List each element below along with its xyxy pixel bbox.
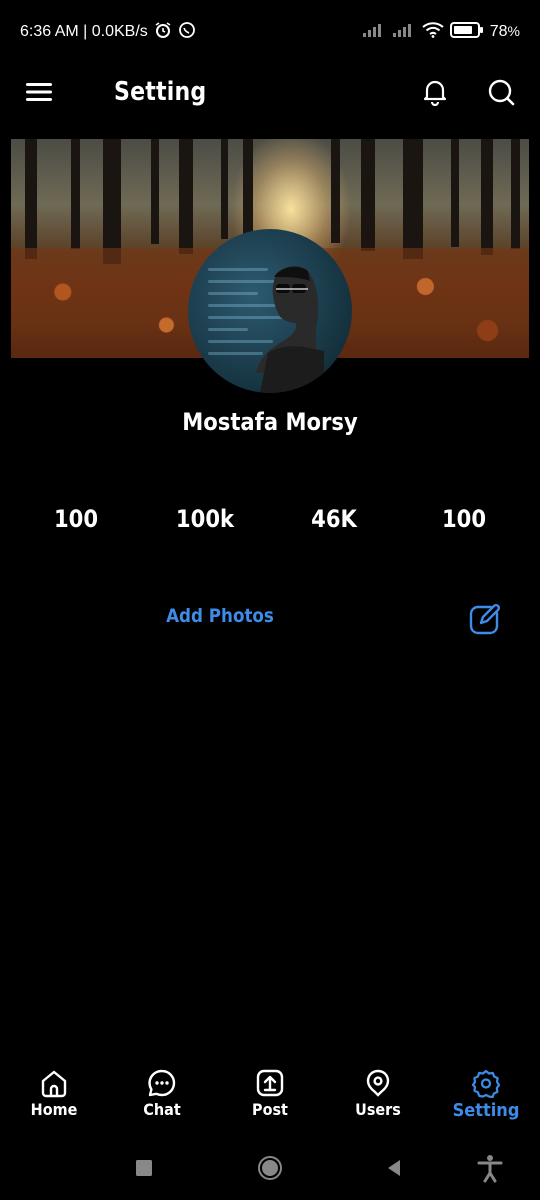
recent-apps-icon[interactable] bbox=[128, 1152, 160, 1184]
stat-value[interactable]: 100k bbox=[161, 505, 249, 533]
whatsapp-icon bbox=[178, 21, 196, 44]
home-button-icon[interactable] bbox=[254, 1152, 286, 1184]
back-icon[interactable] bbox=[378, 1152, 410, 1184]
battery-unit: % bbox=[507, 23, 520, 39]
alarm-icon bbox=[154, 21, 172, 44]
home-icon bbox=[41, 1070, 67, 1098]
menu-icon[interactable] bbox=[24, 77, 54, 107]
nav-setting[interactable]: Setting bbox=[432, 1062, 540, 1134]
location-icon bbox=[366, 1069, 390, 1097]
status-time: 6:36 AM | 0.0KB/s bbox=[20, 23, 148, 40]
stats-row: 100 100k 46K 100 bbox=[0, 505, 540, 537]
bottom-nav: Home Chat Post Users Setting bbox=[0, 1062, 540, 1134]
avatar[interactable] bbox=[188, 229, 352, 393]
gear-icon bbox=[471, 1069, 501, 1098]
app-actions bbox=[420, 77, 516, 107]
nav-label: Users bbox=[355, 1100, 401, 1119]
nav-label: Post bbox=[252, 1100, 288, 1119]
battery-icon bbox=[449, 21, 484, 43]
signal-icon bbox=[392, 23, 416, 42]
page-title: Setting bbox=[114, 77, 207, 107]
profile-name: Mostafa Morsy bbox=[182, 408, 358, 436]
status-bar: 6:36 AM | 0.0KB/s 78% bbox=[0, 0, 540, 64]
nav-label: Home bbox=[30, 1100, 78, 1119]
nav-label: Chat bbox=[143, 1100, 181, 1119]
nav-post[interactable]: Post bbox=[216, 1062, 324, 1134]
add-photos-button[interactable]: Add Photos bbox=[158, 605, 281, 627]
nav-home[interactable]: Home bbox=[0, 1062, 108, 1134]
nav-label: Setting bbox=[452, 1100, 520, 1121]
signal-icon bbox=[362, 23, 386, 42]
stat-value[interactable]: 46K bbox=[290, 505, 378, 533]
person-silhouette bbox=[256, 266, 324, 393]
accessibility-icon[interactable] bbox=[474, 1152, 506, 1184]
wifi-icon bbox=[422, 21, 444, 43]
battery-percent: 78 bbox=[489, 23, 508, 40]
search-icon[interactable] bbox=[486, 77, 516, 107]
nav-chat[interactable]: Chat bbox=[108, 1062, 216, 1134]
post-icon bbox=[256, 1069, 284, 1097]
chat-icon bbox=[148, 1069, 176, 1097]
nav-users[interactable]: Users bbox=[324, 1062, 432, 1134]
stat-value[interactable]: 100 bbox=[420, 505, 508, 533]
edit-icon[interactable] bbox=[469, 603, 501, 635]
status-right: 78% bbox=[362, 21, 520, 43]
app-bar: Setting bbox=[0, 64, 540, 120]
system-nav bbox=[0, 1140, 540, 1196]
stat-value[interactable]: 100 bbox=[32, 505, 120, 533]
status-left: 6:36 AM | 0.0KB/s bbox=[20, 21, 196, 44]
notification-bell-icon[interactable] bbox=[420, 77, 450, 107]
